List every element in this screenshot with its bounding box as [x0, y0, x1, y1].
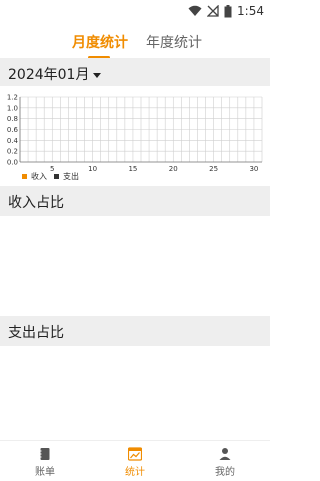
nav-label-profile: 我的	[215, 467, 235, 478]
legend-income-label: 收入	[31, 172, 47, 181]
y-tick-label: 1.0	[7, 104, 18, 112]
y-tick-label: 0.8	[7, 115, 18, 123]
wifi-icon	[188, 5, 202, 16]
status-time: 1:54	[237, 4, 264, 18]
person-icon	[219, 448, 231, 460]
x-tick-label: 10	[88, 165, 97, 173]
legend-income-swatch	[22, 174, 27, 179]
stats-chart-icon	[128, 447, 142, 461]
month-selector[interactable]: 2024年01月	[8, 64, 102, 84]
nav-item-profile[interactable]: 我的	[195, 447, 255, 478]
status-icons: 1:54	[188, 3, 264, 19]
nav-label-stats: 统计	[125, 467, 145, 478]
nav-label-bills: 账单	[35, 467, 55, 478]
nav-item-stats[interactable]: 统计	[105, 447, 165, 478]
y-tick-label: 0.6	[7, 126, 19, 134]
income-share-title: 收入占比	[8, 195, 64, 211]
no-signal-icon	[207, 5, 219, 17]
expense-share-title: 支出占比	[8, 325, 64, 341]
tab-monthly-stats[interactable]: 月度统计	[72, 32, 128, 52]
y-tick-label: 0.4	[7, 137, 19, 145]
x-tick-label: 15	[128, 165, 137, 173]
dropdown-caret-icon	[93, 72, 102, 78]
nav-item-bills[interactable]: 账单	[15, 447, 75, 478]
x-tick-label: 20	[169, 165, 178, 173]
legend-expense-swatch	[54, 174, 59, 179]
income-share-header: 收入占比	[0, 186, 270, 216]
chart-legend: 收入 支出	[22, 171, 79, 182]
tab-yearly-stats[interactable]: 年度统计	[146, 32, 202, 52]
bottom-nav: 账单 统计 我的	[0, 440, 270, 481]
month-label: 2024年01月	[8, 67, 90, 83]
legend-expense-label: 支出	[63, 172, 79, 181]
battery-icon	[224, 4, 232, 17]
notebook-icon	[39, 448, 50, 460]
y-tick-label: 1.2	[7, 94, 18, 102]
x-tick-label: 30	[249, 165, 258, 173]
expense-share-header: 支出占比	[0, 316, 270, 346]
y-tick-label: 0.0	[7, 159, 18, 167]
tab-bar: 月度统计 年度统计	[0, 26, 270, 58]
x-tick-label: 25	[209, 165, 218, 173]
status-bar: 1:54	[0, 0, 270, 22]
y-tick-label: 0.2	[7, 148, 18, 156]
month-selector-bar: 2024年01月	[0, 58, 270, 86]
